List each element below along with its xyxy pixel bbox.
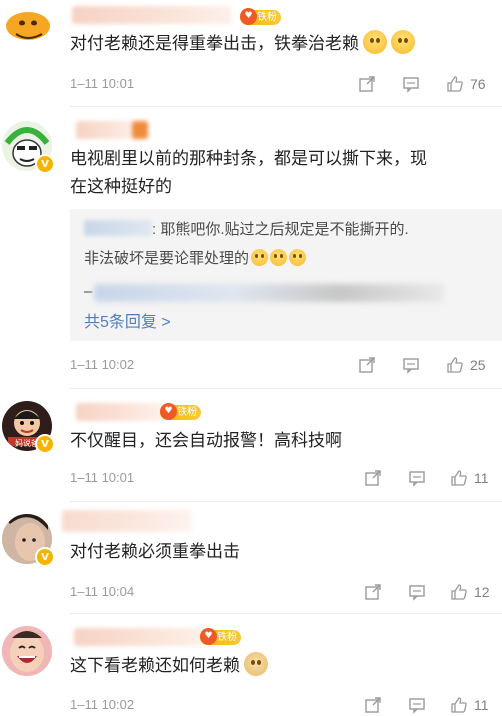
comment-icon [403, 77, 419, 93]
crying-emoji-icon [270, 249, 288, 266]
share-button[interactable] [364, 467, 382, 489]
avatar[interactable] [2, 626, 52, 676]
like-count: 12 [474, 584, 490, 600]
reply-author-blurred[interactable] [84, 220, 152, 236]
username-blurred[interactable] [76, 121, 136, 139]
comment-button[interactable] [408, 467, 426, 489]
comment-item: ♥ 铁粉 对付老赖还是得重拳出击，铁拳治老赖 1–11 10:01 76 [0, 0, 502, 106]
avatar[interactable]: V [2, 514, 55, 567]
username-blurred[interactable] [74, 628, 204, 646]
comment-item: ♥ 铁粉 这下看老赖还如何老赖 1–11 10:02 11 [0, 614, 502, 714]
share-button[interactable] [358, 354, 376, 376]
fan-badge: ♥ 铁粉 [200, 628, 241, 645]
share-icon [365, 470, 381, 486]
vip-icon-blurred [132, 121, 148, 139]
thumbs-up-icon [451, 697, 467, 713]
like-button[interactable]: 76 [446, 73, 486, 95]
share-icon [359, 357, 375, 373]
username-blurred[interactable] [72, 6, 232, 24]
comment-item: V 电视剧里以前的那种封条，都是可以撕下来，现 在这种挺好的 : 耶熊吧你.贴过… [0, 107, 502, 388]
fan-icon: ♥ [160, 403, 177, 420]
comment-button[interactable] [408, 581, 426, 603]
username-blurred[interactable] [76, 403, 162, 421]
lion-sticker-icon [6, 12, 50, 40]
like-button[interactable]: 11 [450, 467, 489, 489]
thumbs-up-icon [447, 76, 463, 92]
thumbs-up-icon [447, 357, 463, 373]
share-button[interactable] [364, 694, 382, 716]
avatar[interactable] [2, 0, 52, 46]
like-count: 11 [474, 697, 489, 713]
username-blurred[interactable] [62, 510, 192, 532]
comment-text: 不仅醒目，还会自动报警！高科技啊 [70, 431, 342, 450]
fan-badge: ♥ 铁粉 [160, 403, 201, 420]
reply-blurred-line [94, 284, 444, 302]
view-more-replies-link[interactable]: 共5条回复 > [84, 310, 171, 336]
comment-text: 这下看老赖还如何老赖 [70, 652, 482, 680]
timestamp: 1–11 10:04 [70, 584, 135, 599]
comment-text: 电视剧里以前的那种封条，都是可以撕下来，现 在这种挺好的 [70, 149, 427, 196]
share-button[interactable] [364, 581, 382, 603]
share-button[interactable] [358, 73, 376, 95]
crying-emoji-icon [251, 249, 269, 266]
comment-meta: 1–11 10:02 11 [70, 694, 494, 716]
comment-text: 对付老赖必须重拳出击 [70, 542, 240, 561]
timestamp: 1–11 10:02 [70, 357, 135, 372]
comment-button[interactable] [408, 694, 426, 716]
like-count: 11 [474, 470, 489, 486]
comment-button[interactable] [402, 354, 420, 376]
thumbs-up-icon [451, 584, 467, 600]
timestamp: 1–11 10:01 [70, 470, 135, 485]
avatar[interactable]: V [2, 121, 55, 174]
comment-item: V 对付老赖必须重拳出击 1–11 10:04 12 [0, 502, 502, 613]
smile-emoji-icon [391, 30, 415, 54]
smile-emoji-icon [363, 30, 387, 54]
like-count: 25 [470, 357, 486, 373]
crying-emoji-icon [289, 249, 307, 266]
like-button[interactable]: 12 [450, 581, 490, 603]
laughing-face-icon [2, 626, 52, 676]
like-count: 76 [470, 76, 486, 92]
fan-icon: ♥ [240, 8, 257, 25]
comment-text: 对付老赖还是得重拳出击，铁拳治老赖 [70, 30, 482, 58]
comment-meta: 1–11 10:01 76 [70, 73, 494, 95]
comment-icon [409, 698, 425, 714]
comment-icon [409, 471, 425, 487]
share-icon [365, 697, 381, 713]
fan-icon: ♥ [200, 628, 217, 645]
verified-badge-icon: V [35, 154, 55, 174]
reply-preview[interactable]: : 耶熊吧你.贴过之后规定是不能撕开的. 非法破坏是要论罪处理的 – 共5条回复… [70, 209, 502, 341]
comment-meta: 1–11 10:01 11 [70, 467, 494, 489]
thumbs-up-icon [451, 470, 467, 486]
comment-meta: 1–11 10:04 12 [70, 581, 494, 603]
comment-button[interactable] [402, 73, 420, 95]
comment-icon [409, 585, 425, 601]
avatar[interactable]: 妈说爸 V [2, 401, 55, 454]
fan-badge: ♥ 铁粉 [240, 8, 281, 25]
timestamp: 1–11 10:01 [70, 76, 135, 91]
like-button[interactable]: 11 [450, 694, 489, 716]
share-icon [365, 584, 381, 600]
comment-item: 妈说爸 V ♥ 铁粉 不仅醒目，还会自动报警！高科技啊 1–11 10:01 11 [0, 389, 502, 501]
verified-badge-icon: V [35, 547, 55, 567]
like-button[interactable]: 25 [446, 354, 486, 376]
verified-badge-icon: V [35, 434, 55, 454]
comment-meta: 1–11 10:02 25 [70, 354, 494, 376]
comment-icon [403, 358, 419, 374]
share-icon [359, 76, 375, 92]
doge-emoji-icon [244, 652, 268, 676]
